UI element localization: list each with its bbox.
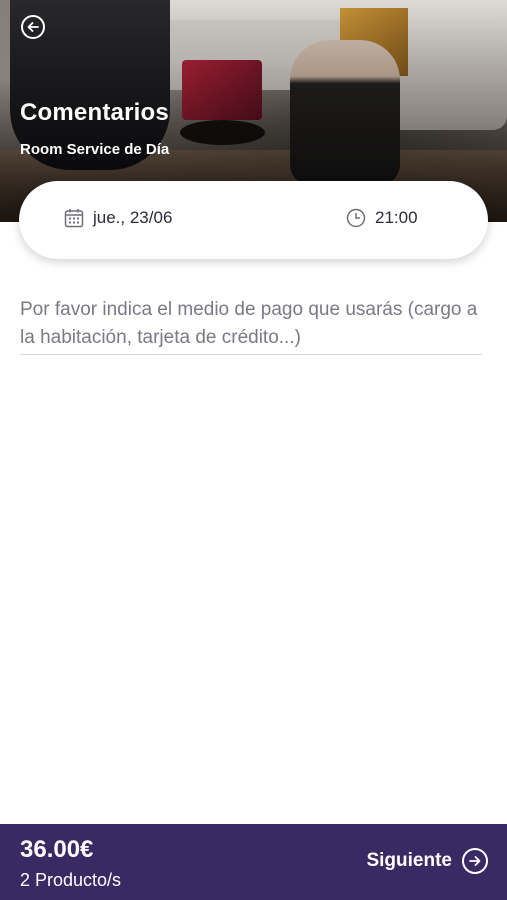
next-button[interactable]: Siguiente <box>366 848 488 874</box>
comments-input[interactable] <box>20 296 482 355</box>
total-price: 36.00€ <box>20 836 94 863</box>
arrow-right-circle-icon <box>462 848 488 874</box>
next-button-label: Siguiente <box>366 850 452 871</box>
date-value: jue., 23/06 <box>93 208 173 227</box>
items-count: 2 Producto/s <box>20 870 122 890</box>
date-selector[interactable]: jue., 23/06 <box>64 208 172 228</box>
page-title: Comentarios <box>20 99 169 126</box>
arrow-left-circle-icon <box>27 22 39 32</box>
schedule-card: jue., 23/06 21:00 <box>19 181 488 259</box>
back-button[interactable] <box>21 15 45 39</box>
clock-icon <box>346 208 366 228</box>
time-selector[interactable]: 21:00 <box>346 208 418 228</box>
checkout-bar: 36.00€ 2 Producto/s Siguiente <box>0 824 507 900</box>
calendar-icon <box>64 209 84 228</box>
time-value: 21:00 <box>375 208 418 227</box>
page-subtitle: Room Service de Día <box>20 141 170 158</box>
